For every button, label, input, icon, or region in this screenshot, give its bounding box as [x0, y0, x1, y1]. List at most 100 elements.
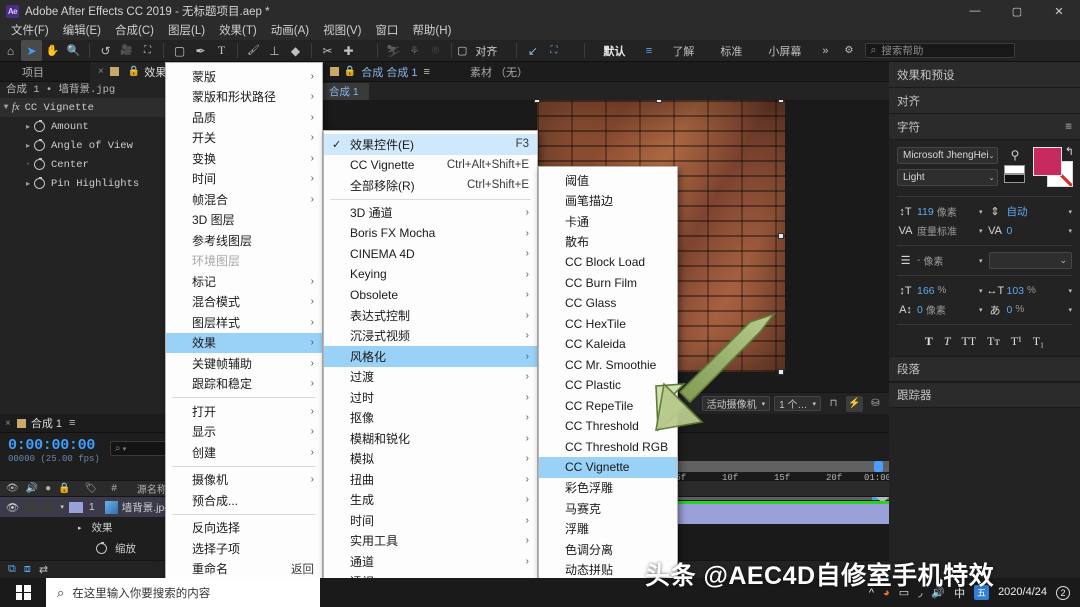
menu-file[interactable]: 文件(F)	[4, 22, 56, 40]
menu-item-select-children[interactable]: 选择子项	[166, 538, 322, 559]
fast-previews-icon[interactable]: ⚡	[846, 395, 863, 412]
menu-item-cc-mr-smoothie[interactable]: CC Mr. Smoothie	[539, 355, 677, 376]
menu-layer[interactable]: 图层(L)	[161, 22, 212, 40]
minimize-button[interactable]: —	[954, 0, 996, 22]
graph-editor-icon[interactable]: ⧈	[24, 563, 31, 576]
type-tool[interactable]: T	[211, 40, 232, 61]
brush-tool[interactable]: 🖌	[243, 40, 264, 61]
align-toggle[interactable]: ▢ 对齐	[457, 43, 502, 59]
clone-stamp-tool[interactable]: ⊥	[264, 40, 285, 61]
tracking-field[interactable]: VA 0 ▾	[987, 225, 1072, 237]
puppet-starch-pin-icon[interactable]: ⚘	[404, 40, 425, 61]
menu-item-scatter[interactable]: 散布	[539, 232, 677, 253]
align-panel-header[interactable]: 对齐	[889, 88, 1080, 114]
menu-help[interactable]: 帮助(H)	[405, 22, 458, 40]
menu-view[interactable]: 视图(V)	[316, 22, 368, 40]
time-navigator-bar[interactable]	[660, 461, 889, 472]
workspace-settings-icon[interactable]: ⚙	[839, 40, 860, 61]
horizontal-scale-value[interactable]: 103	[1007, 285, 1025, 297]
menu-item-3d-layer[interactable]: 3D 图层	[166, 210, 322, 231]
workspace-standard[interactable]: 标准	[707, 43, 755, 59]
breadcrumb-item[interactable]: 合成 1	[319, 82, 369, 100]
stopwatch-icon[interactable]	[34, 157, 45, 170]
windows-start-button[interactable]	[0, 578, 46, 607]
menu-item-time[interactable]: 时间 ›	[166, 169, 322, 190]
menu-item-cc-vignette[interactable]: CC Vignette	[539, 457, 677, 478]
menu-item-cc-plastic[interactable]: CC Plastic	[539, 375, 677, 396]
menu-item-brush-strokes[interactable]: 画笔描边	[539, 191, 677, 212]
stroke-order-box[interactable]: ⌄	[989, 252, 1072, 269]
menu-item-utility[interactable]: 实用工具 ›	[324, 531, 537, 552]
tab-project[interactable]: 项目	[0, 62, 90, 82]
menu-item-cc-kaleida[interactable]: CC Kaleida	[539, 334, 677, 355]
superscript-button[interactable]: T¹	[1011, 334, 1022, 349]
black-swatch[interactable]	[1004, 174, 1026, 183]
menu-item-transition[interactable]: 过渡 ›	[324, 367, 537, 388]
anchor-point-tool[interactable]: ⛶	[137, 40, 158, 61]
menu-item-quality[interactable]: 品质 ›	[166, 107, 322, 128]
roto-brush-tool[interactable]: ✂	[317, 40, 338, 61]
menu-item-cartoon[interactable]: 卡通	[539, 211, 677, 232]
close-icon[interactable]: ×	[5, 418, 11, 429]
menu-item-invert-selection[interactable]: 反向选择	[166, 518, 322, 539]
menu-item-cinema-4d[interactable]: CINEMA 4D ›	[324, 244, 537, 265]
stroke-order-select[interactable]: ⌄	[986, 252, 1072, 269]
menu-item-generate[interactable]: 生成 ›	[324, 490, 537, 511]
menu-item-stylize[interactable]: 风格化 ›	[324, 346, 537, 367]
puppet-pin-tool[interactable]: ✚	[338, 40, 359, 61]
pen-tool[interactable]: ✒	[190, 40, 211, 61]
close-button[interactable]: ✕	[1038, 0, 1080, 22]
stroke-width-value[interactable]: -	[917, 255, 920, 266]
panel-menu-icon[interactable]: ≡	[424, 66, 430, 78]
stopwatch-icon[interactable]	[96, 541, 107, 554]
fill-color-swatch[interactable]	[1033, 147, 1063, 176]
pan-behind-tool-icon[interactable]: ↙	[522, 40, 543, 61]
italic-button[interactable]: T	[944, 334, 951, 349]
bold-button[interactable]: T	[925, 334, 933, 349]
taskbar-search-input[interactable]: ⌕ 在这里输入你要搜索的内容	[46, 578, 320, 607]
eyedropper-icon[interactable]: ⚲	[1008, 148, 1021, 162]
black-white-swatches[interactable]	[1004, 165, 1026, 183]
tray-date[interactable]: 2020/4/24	[998, 586, 1047, 598]
chevron-down-icon[interactable]: ▾	[1068, 208, 1072, 216]
shape-tool[interactable]: ▢	[169, 40, 190, 61]
close-icon[interactable]: ×	[98, 66, 104, 77]
workspace-menu-icon[interactable]: ≡	[638, 40, 659, 61]
motion-blur-icon[interactable]: ⇄	[39, 563, 48, 576]
chevron-down-icon[interactable]: ▼	[0, 103, 12, 112]
menu-item-pre-compose[interactable]: 预合成...	[166, 490, 322, 511]
menu-item-camera[interactable]: 摄像机 ›	[166, 470, 322, 491]
menu-item-frame-blending[interactable]: 帧混合 ›	[166, 189, 322, 210]
camera-tool[interactable]: 🎥	[116, 40, 137, 61]
menu-item-tracking-and-stabilization[interactable]: 跟踪和稳定 ›	[166, 374, 322, 395]
puppet-overlap-pin-icon[interactable]: ⌾	[425, 40, 446, 61]
toggle-switches-modes-icon[interactable]: ⧉	[8, 563, 16, 576]
timeline-comp-icon[interactable]: ⛁	[867, 396, 884, 412]
eye-icon[interactable]: 👁	[6, 483, 19, 494]
menu-item-guide-layer[interactable]: 参考线图层	[166, 230, 322, 251]
chevron-down-icon[interactable]: ▾	[979, 306, 983, 314]
chevron-down-icon[interactable]: ▾	[979, 287, 983, 295]
tsume-field[interactable]: あ 0 % ▾	[987, 302, 1073, 318]
white-swatch[interactable]	[1004, 165, 1026, 174]
menu-item-effect[interactable]: 效果 ›	[166, 332, 322, 353]
chevron-right-icon[interactable]: ▸	[22, 122, 34, 132]
stopwatch-icon[interactable]	[34, 176, 45, 189]
rotation-tool[interactable]: ↺	[95, 40, 116, 61]
menu-item-layer-styles[interactable]: 图层样式 ›	[166, 312, 322, 333]
menu-item-show[interactable]: 显示 ›	[166, 422, 322, 443]
selection-handle[interactable]	[778, 233, 784, 239]
tsume-value[interactable]: 0	[1007, 304, 1013, 316]
menu-item-open[interactable]: 打开 ›	[166, 401, 322, 422]
tracker-panel-header[interactable]: 跟踪器	[889, 382, 1080, 408]
hand-tool[interactable]: ✋	[42, 40, 63, 61]
menu-item-simulation[interactable]: 模拟 ›	[324, 449, 537, 470]
swap-colors-icon[interactable]: ↰	[1065, 145, 1074, 158]
menu-item-matte[interactable]: 抠像 ›	[324, 408, 537, 429]
selection-handle[interactable]	[656, 100, 662, 103]
menu-item-distort[interactable]: 扭曲 ›	[324, 469, 537, 490]
menu-item-blur-and-sharpen[interactable]: 模糊和锐化 ›	[324, 428, 537, 449]
menu-item-masks[interactable]: 蒙版 ›	[166, 66, 322, 87]
notification-badge[interactable]: 2	[1056, 585, 1070, 600]
selection-handle[interactable]	[778, 100, 784, 103]
